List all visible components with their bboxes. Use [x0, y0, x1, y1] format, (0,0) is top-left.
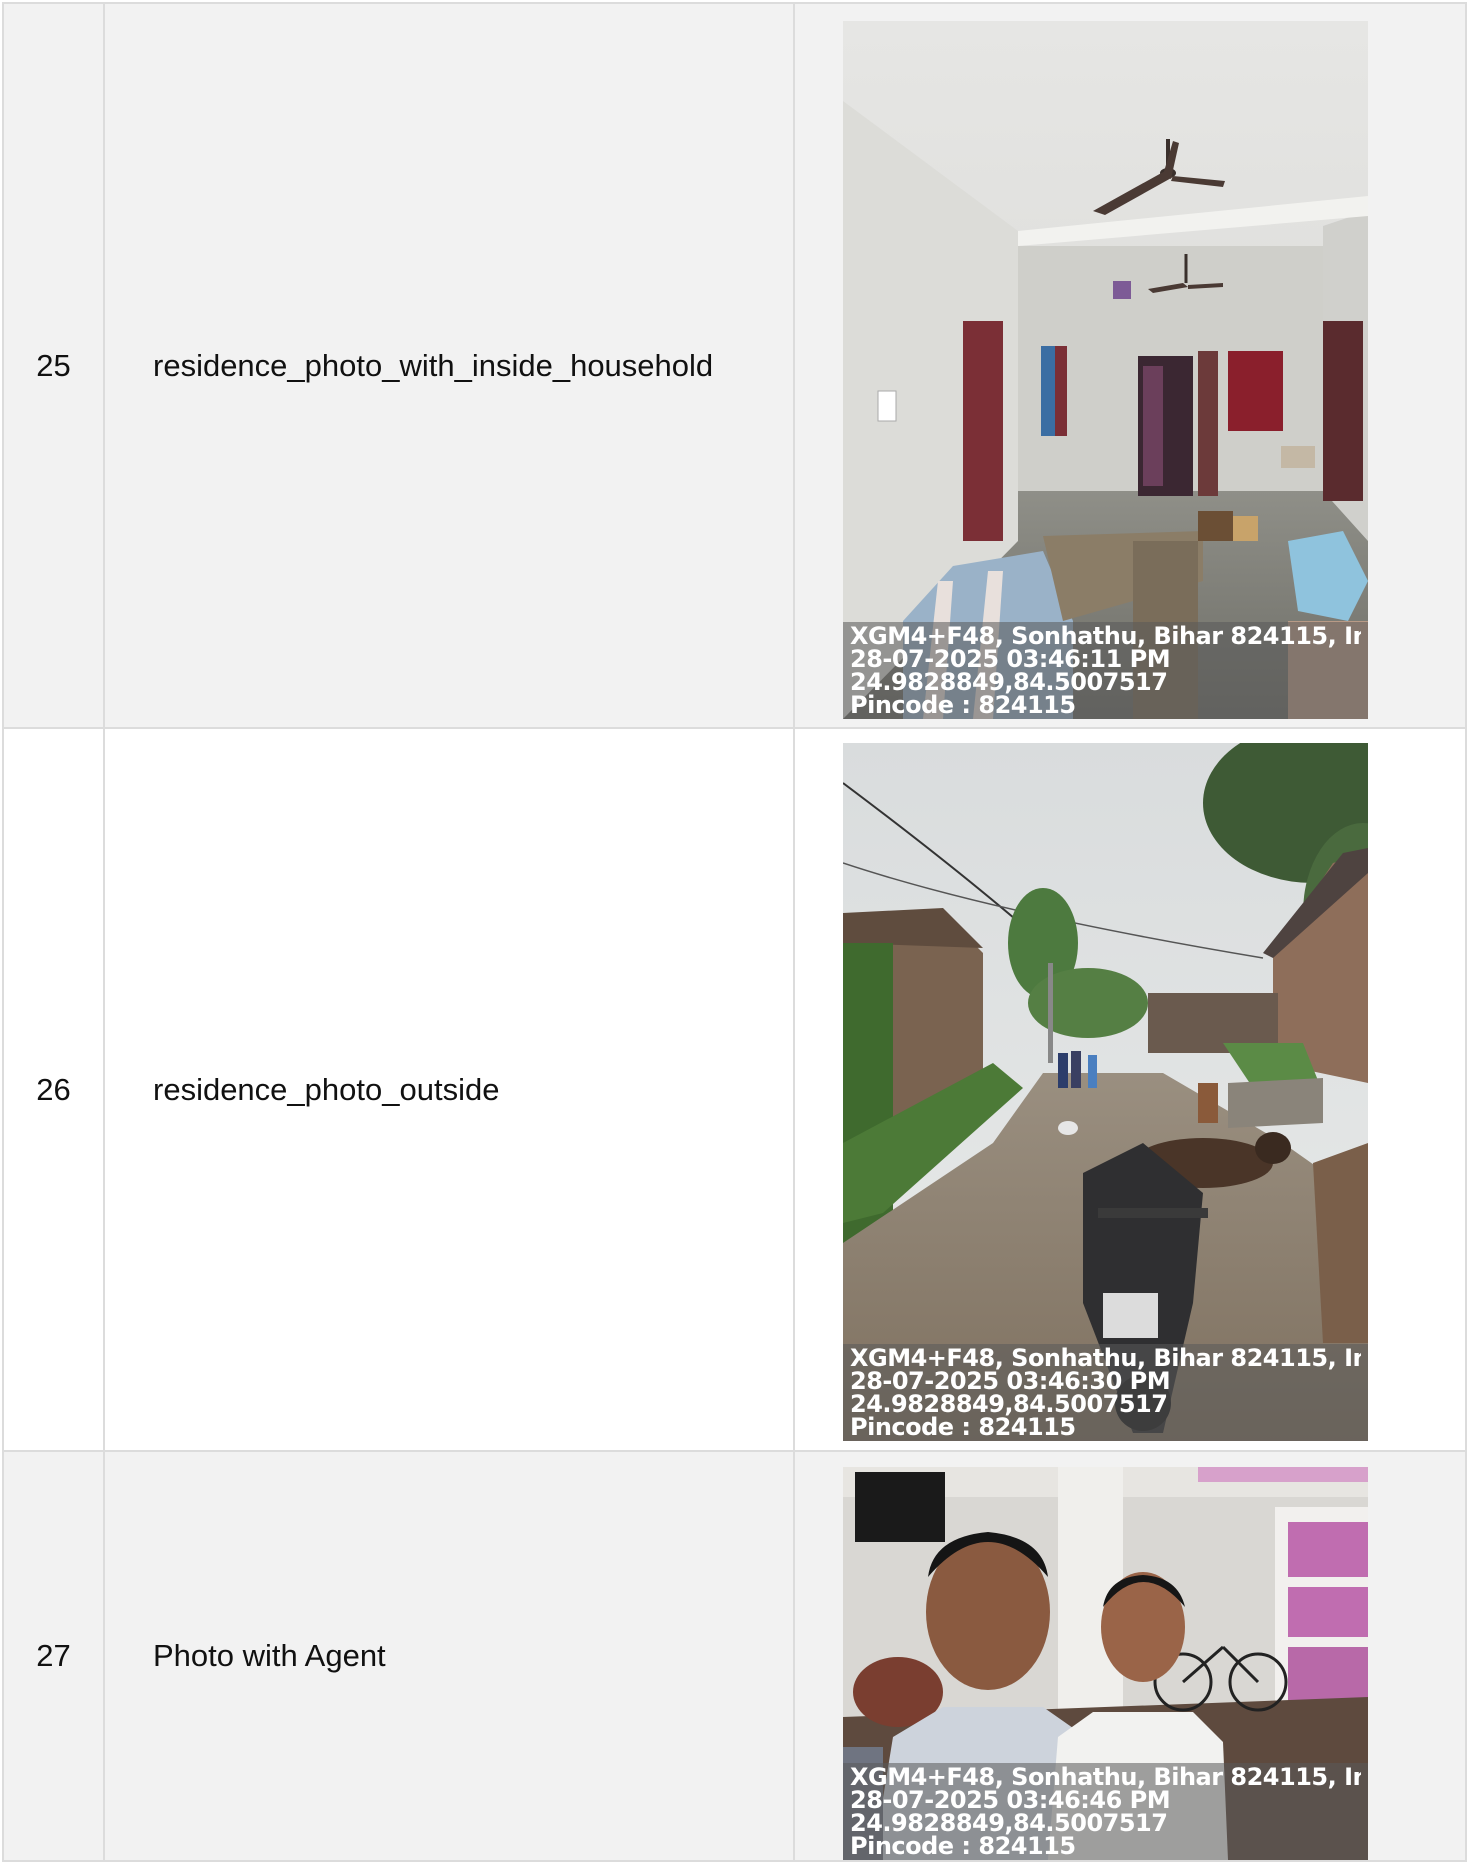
table-row: 26 residence_photo_outside XGM4+F48, Son… [2, 727, 1467, 1452]
row-label: residence_photo_with_inside_household [103, 2, 795, 729]
geo-stamp: XGM4+F48, Sonhathu, Bihar 824115, India … [843, 1763, 1368, 1860]
room-image [843, 21, 1368, 719]
row-number: 26 [2, 727, 105, 1452]
photo-cell: XGM4+F48, Sonhathu, Bihar 824115, India … [793, 1450, 1467, 1862]
stamp-datetime: 28-07-2025 03:46:11 PM [850, 648, 1171, 671]
stamp-address: XGM4+F48, Sonhathu, Bihar 824115, India … [850, 1766, 1361, 1789]
stamp-pincode: Pincode : 824115 [850, 1416, 1076, 1439]
stamp-datetime: 28-07-2025 03:46:30 PM [850, 1370, 1171, 1393]
stamp-coords: 24.9828849,84.5007517 [850, 1812, 1168, 1835]
stamp-coords: 24.9828849,84.5007517 [850, 1393, 1168, 1416]
stamp-pincode: Pincode : 824115 [850, 694, 1076, 717]
geo-stamp: XGM4+F48, Sonhathu, Bihar 824115, India … [843, 622, 1368, 719]
photo-cell: XGM4+F48, Sonhathu, Bihar 824115, India … [793, 2, 1467, 729]
photo-table: 25 residence_photo_with_inside_household [2, 2, 1467, 1862]
street-image [843, 743, 1368, 1441]
row-label: Photo with Agent [103, 1450, 795, 1862]
photo-cell: XGM4+F48, Sonhathu, Bihar 824115, India … [793, 727, 1467, 1452]
geo-stamp: XGM4+F48, Sonhathu, Bihar 824115, India … [843, 1344, 1368, 1441]
table-row: 27 Photo with Agent XGM4+F48, Sonhathu, … [2, 1450, 1467, 1862]
stamp-address: XGM4+F48, Sonhathu, Bihar 824115, India … [850, 1347, 1361, 1370]
row-label: residence_photo_outside [103, 727, 795, 1452]
row-number: 27 [2, 1450, 105, 1862]
residence-outside-photo[interactable]: XGM4+F48, Sonhathu, Bihar 824115, India … [843, 743, 1368, 1441]
agent-photo[interactable]: XGM4+F48, Sonhathu, Bihar 824115, India … [843, 1467, 1368, 1860]
stamp-datetime: 28-07-2025 03:46:46 PM [850, 1789, 1171, 1812]
table-row: 25 residence_photo_with_inside_household [2, 2, 1467, 729]
stamp-coords: 24.9828849,84.5007517 [850, 671, 1168, 694]
row-number: 25 [2, 2, 105, 729]
stamp-address: XGM4+F48, Sonhathu, Bihar 824115, India … [850, 625, 1361, 648]
stamp-pincode: Pincode : 824115 [850, 1835, 1076, 1858]
residence-inside-photo[interactable]: XGM4+F48, Sonhathu, Bihar 824115, India … [843, 21, 1368, 719]
